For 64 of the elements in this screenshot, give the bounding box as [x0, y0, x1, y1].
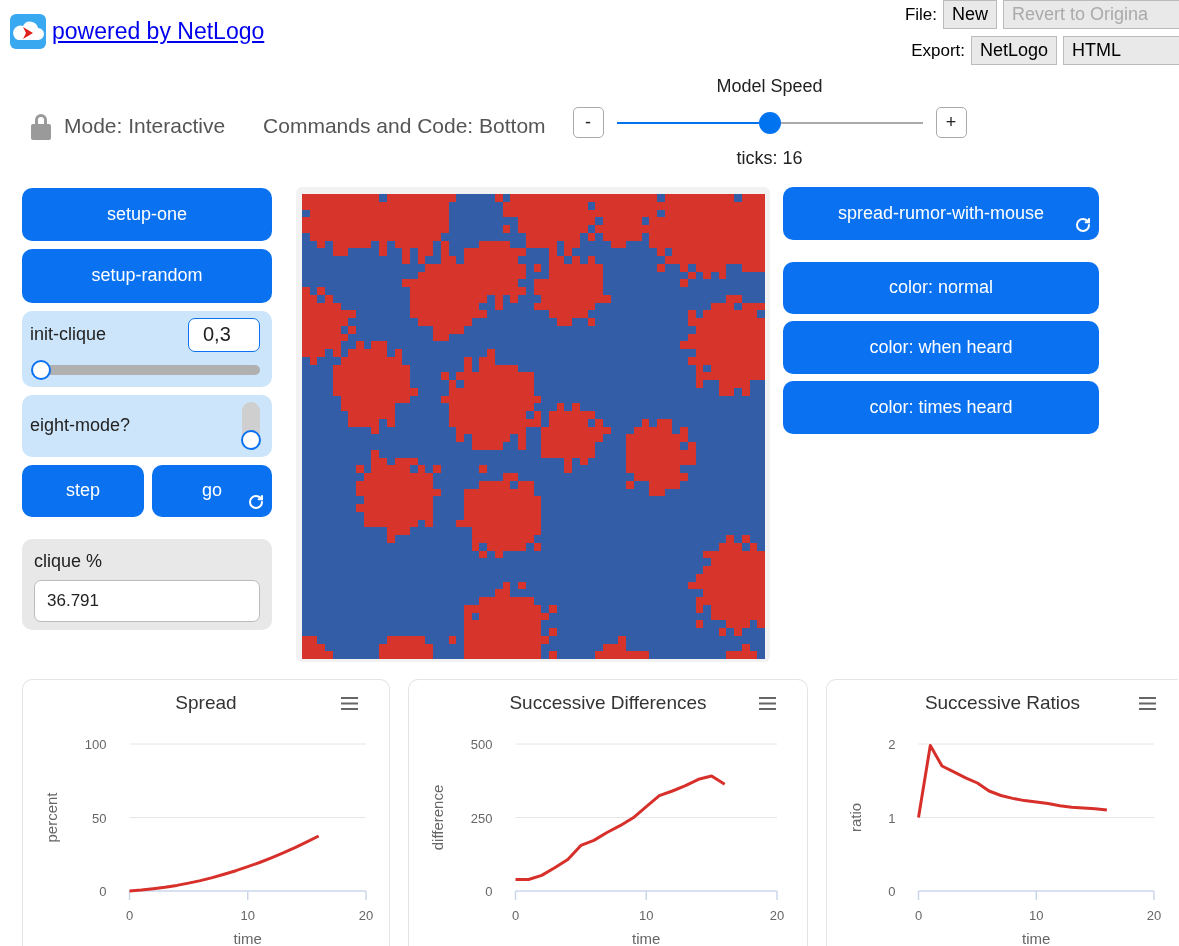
menu-icon[interactable]	[759, 697, 776, 710]
switch-label: eight-mode?	[30, 415, 131, 437]
menu-label: Export:	[910, 40, 965, 61]
command-button[interactable]: color: normal	[783, 261, 1099, 314]
monitor-label: clique %	[34, 550, 104, 572]
layout-label: Commands and Code: Bottom	[263, 113, 546, 138]
increase-button[interactable]: +	[935, 107, 967, 139]
tick-label: 0	[914, 908, 923, 923]
axis-title: percent	[43, 792, 60, 843]
command-button[interactable]: step	[22, 464, 144, 517]
slider-thumb[interactable]	[31, 359, 51, 380]
menu-icon[interactable]	[1139, 697, 1156, 710]
tick-label: 2	[888, 737, 896, 752]
plot-title: Successive Differences	[509, 692, 707, 714]
plot-title: Spread	[175, 692, 237, 714]
axis-title: difference	[429, 784, 446, 851]
command-button[interactable]: setup-random	[22, 248, 272, 303]
speed-slider[interactable]	[616, 111, 923, 134]
slider-thumb[interactable]	[758, 111, 781, 134]
tick-label: 10	[240, 908, 255, 923]
tick-label: 0	[125, 908, 134, 923]
tick-label: 0	[888, 884, 896, 899]
tick-counter: ticks: 16	[736, 148, 803, 170]
tick-label: 250	[470, 810, 493, 826]
tick-label: 0	[99, 884, 107, 899]
command-button[interactable]: spread-rumor-with-mouse	[783, 186, 1099, 240]
tick-label: 10	[639, 908, 654, 923]
tick-label: 20	[1146, 908, 1162, 923]
axis-title: time	[233, 930, 262, 946]
tick-label: 10	[1029, 908, 1044, 923]
toggle-switch[interactable]	[242, 401, 260, 450]
monitor-value: 36.791	[34, 579, 260, 622]
menu-button[interactable]: New	[943, 0, 997, 29]
logo-icon	[10, 14, 46, 49]
value-field[interactable]: 0,3	[188, 317, 260, 352]
mode-label: Mode: Interactive	[64, 113, 226, 138]
command-button[interactable]: color: when heard	[783, 320, 1099, 374]
axis-title: time	[1022, 930, 1051, 946]
menu-icon[interactable]	[341, 697, 358, 710]
repeat-icon	[1075, 216, 1091, 233]
decrease-button[interactable]: -	[572, 107, 604, 139]
tick-label: 500	[470, 737, 493, 752]
command-button[interactable]: setup-one	[22, 187, 272, 241]
tick-label: 1	[888, 810, 896, 826]
menu-label: File:	[904, 4, 937, 25]
repeat-icon	[248, 493, 264, 510]
tick-label: 50	[92, 810, 107, 826]
tick-label: 20	[769, 908, 785, 923]
menu-button[interactable]: HTML	[1063, 36, 1179, 65]
tick-label: 0	[511, 908, 520, 923]
slider-label: init-clique	[30, 324, 107, 346]
speed-title: Model Speed	[716, 76, 823, 98]
tick-label: 100	[84, 737, 107, 752]
plot-title: Successive Ratios	[924, 692, 1081, 714]
lock-icon[interactable]	[30, 111, 52, 140]
slider-track[interactable]	[31, 359, 260, 380]
command-button[interactable]: color: times heard	[783, 380, 1099, 434]
axis-title: time	[632, 930, 661, 946]
netlogo-link[interactable]: powered by NetLogo	[52, 18, 265, 45]
command-button[interactable]: go	[152, 464, 272, 517]
tick-label: 20	[358, 908, 374, 923]
axis-title: ratio	[847, 802, 864, 833]
menu-button[interactable]: NetLogo	[971, 36, 1058, 65]
tick-label: 0	[485, 884, 493, 899]
